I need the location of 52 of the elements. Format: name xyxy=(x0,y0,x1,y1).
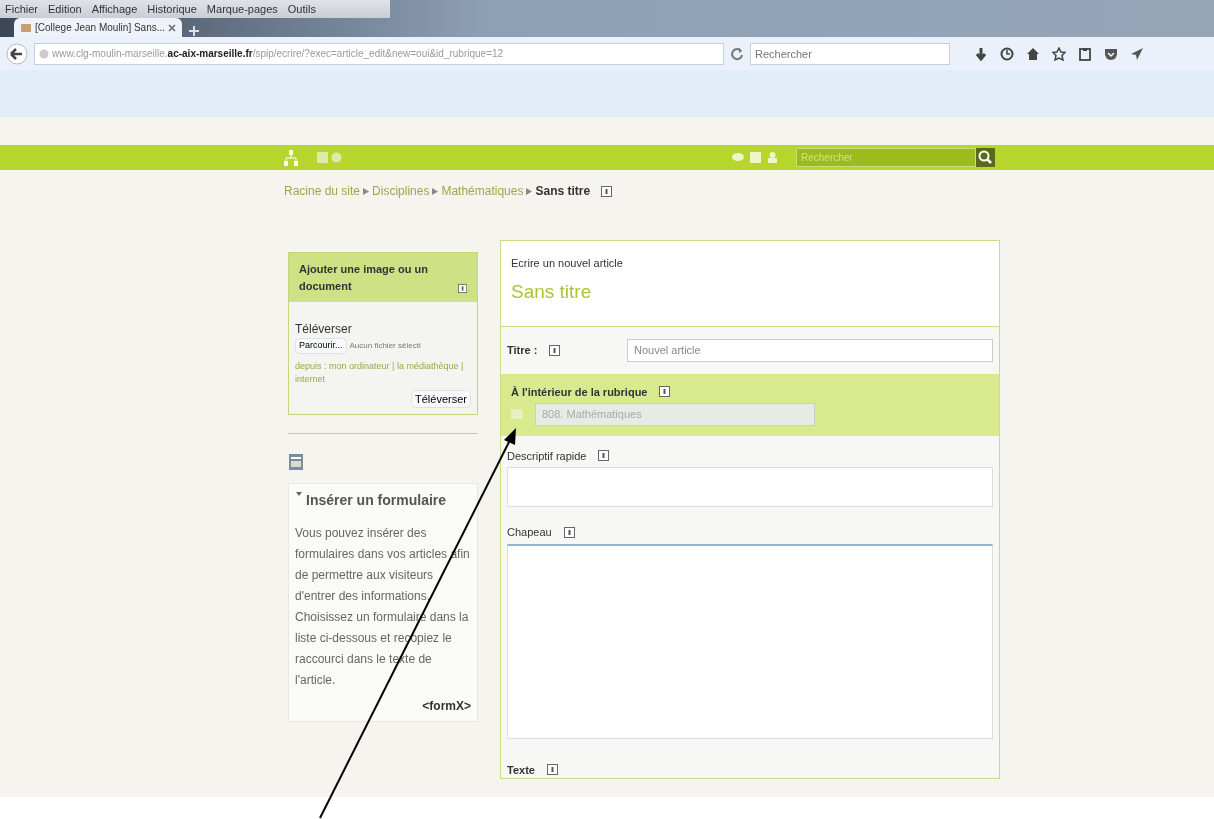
history-icon[interactable] xyxy=(1000,46,1014,61)
help-icon[interactable] xyxy=(563,526,575,538)
browser-tab[interactable]: [College Jean Moulin] Sans... xyxy=(14,18,183,37)
menu-item[interactable]: Historique xyxy=(142,0,202,18)
form-icon xyxy=(288,452,304,471)
new-tab-icon[interactable] xyxy=(188,25,201,37)
url-field[interactable]: www.clg-moulin-marseille.ac-aix-marseille.fr/spip/ecrire/?exec=article_edit&new=oui&id_rubrique=12 xyxy=(34,42,724,65)
panel-title: Ajouter une image ou un document xyxy=(299,262,429,294)
upload-label: Téléverser xyxy=(295,321,353,338)
field-label: Titre : xyxy=(507,343,538,358)
upload-button[interactable]: Téléverser xyxy=(411,389,471,408)
help-icon[interactable] xyxy=(598,450,610,462)
file-status: Aucun fichier sélecti xyxy=(349,339,421,352)
triangle-down-icon[interactable] xyxy=(295,489,303,498)
menu-item[interactable]: Marque-pages xyxy=(201,0,283,18)
field-label: Texte xyxy=(507,762,535,778)
help-icon[interactable] xyxy=(549,344,561,356)
field-label: À l'intérieur de la rubrique xyxy=(511,384,648,400)
page-icon xyxy=(20,22,32,33)
code-shortcut: <formX> xyxy=(421,697,471,715)
help-icon[interactable] xyxy=(659,386,671,398)
browse-button[interactable]: Parcourir... xyxy=(295,338,347,354)
arrow-icon xyxy=(432,187,439,195)
clipboard-icon[interactable] xyxy=(1078,46,1092,61)
pocket-icon[interactable] xyxy=(1104,46,1118,61)
title-field[interactable]: Nouvel article xyxy=(627,339,993,362)
search-field[interactable]: Rechercher xyxy=(796,148,976,167)
article-title: Sans titre xyxy=(511,279,593,304)
menu-item[interactable]: Fichier xyxy=(0,0,43,18)
menu-item[interactable]: Affichage xyxy=(86,0,143,18)
close-icon[interactable] xyxy=(168,23,177,32)
reload-icon[interactable] xyxy=(730,46,744,61)
field-label: Descriptif rapide xyxy=(507,448,587,464)
arrow-icon xyxy=(363,187,370,195)
field-label: Chapeau xyxy=(507,525,552,540)
help-icon[interactable] xyxy=(601,185,613,197)
search-field[interactable]: Rechercher xyxy=(750,42,950,65)
search-icon[interactable] xyxy=(976,148,995,167)
menu-item[interactable]: Outils xyxy=(282,0,321,18)
arrow-icon xyxy=(526,187,533,195)
intro-text: Ecrire un nouvel article xyxy=(511,256,624,271)
back-icon[interactable] xyxy=(6,42,28,65)
bookmark-star-icon[interactable] xyxy=(1052,46,1066,61)
help-icon[interactable] xyxy=(457,283,467,294)
menu-item[interactable]: Edition xyxy=(43,0,87,18)
home-icon[interactable] xyxy=(1026,46,1040,61)
help-icon[interactable] xyxy=(546,764,558,776)
download-icon[interactable] xyxy=(974,46,988,61)
breadcrumb-current[interactable]: Sans titre xyxy=(535,182,591,200)
globe-icon xyxy=(39,48,49,59)
panel-title[interactable]: Insérer un formulaire xyxy=(306,489,447,511)
send-icon[interactable] xyxy=(1130,46,1144,61)
